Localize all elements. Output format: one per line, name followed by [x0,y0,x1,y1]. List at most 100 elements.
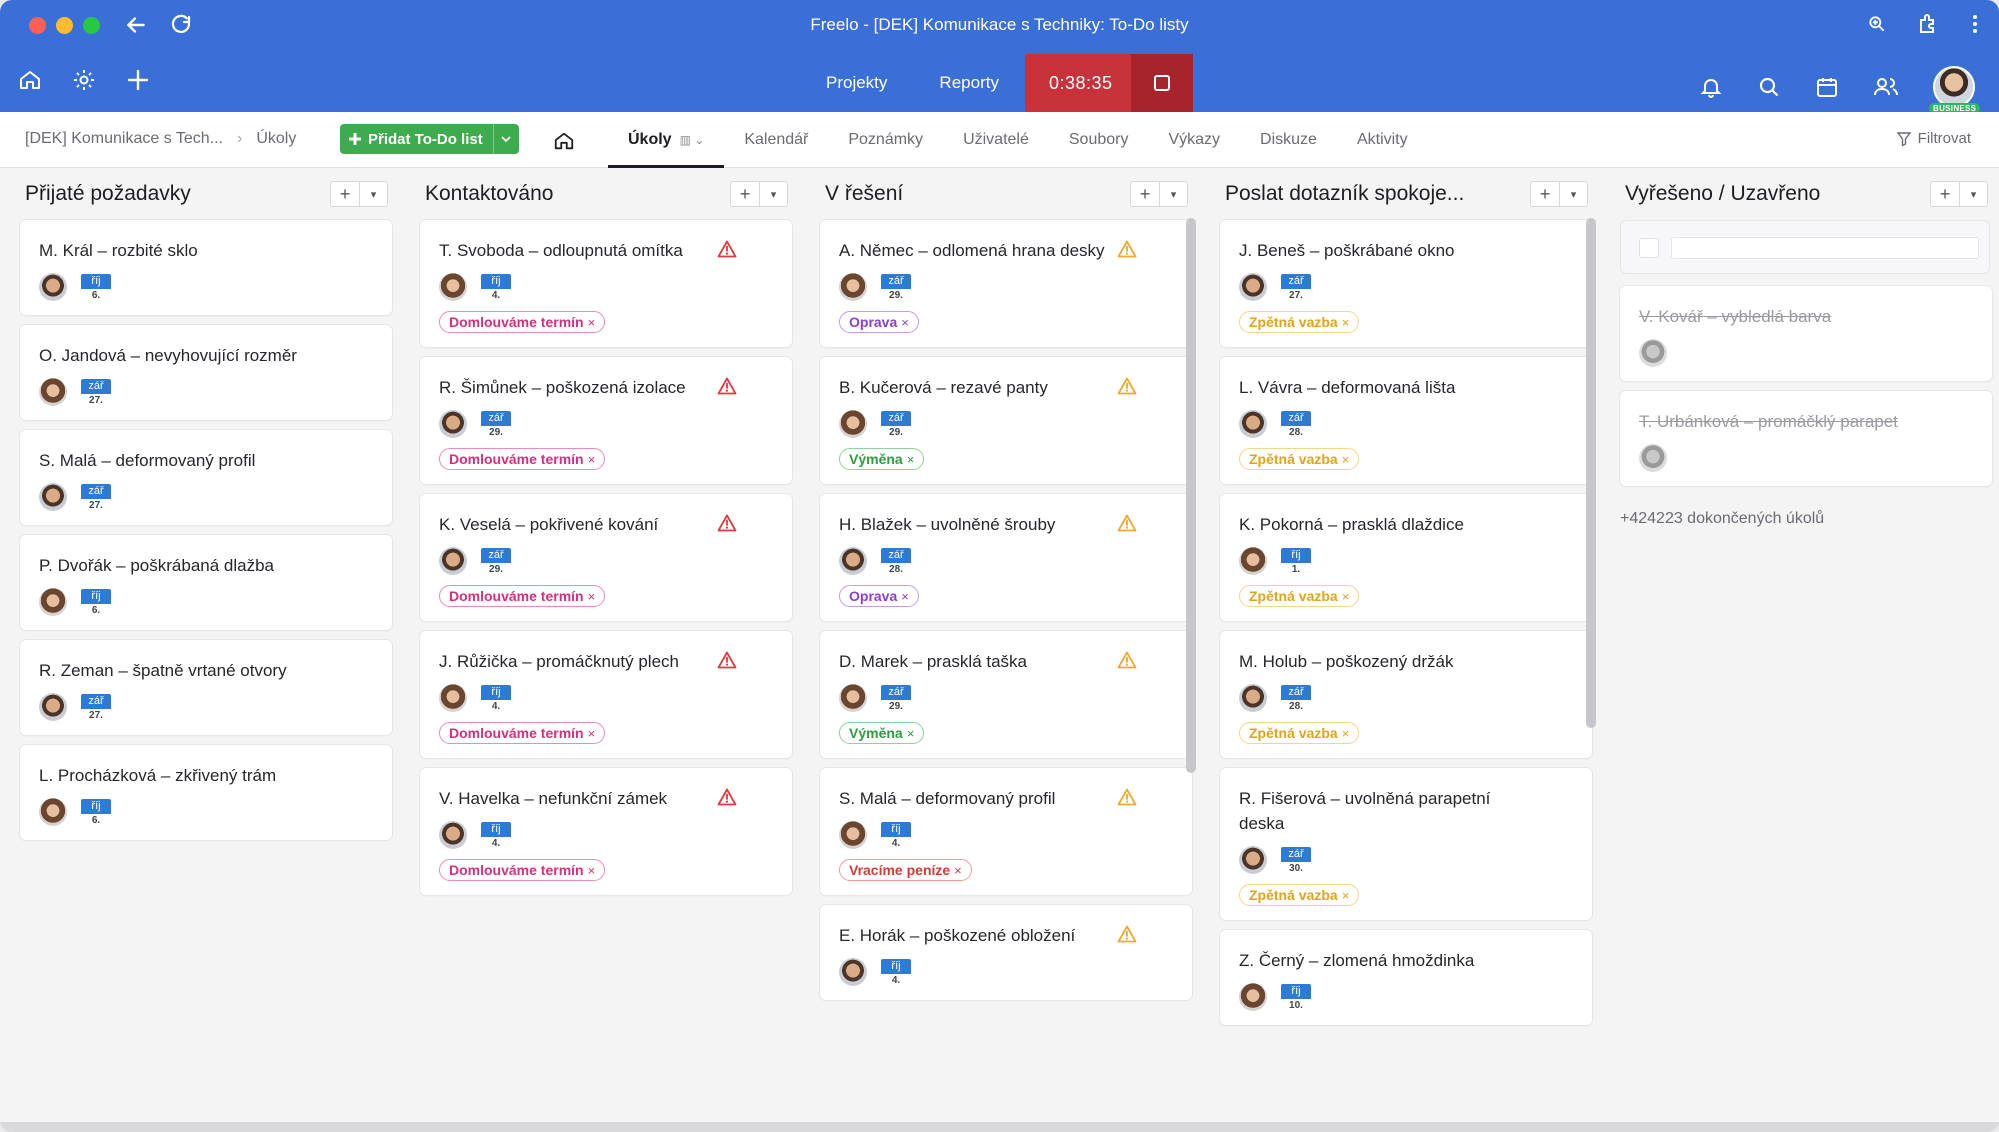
remove-tag-icon[interactable]: × [1342,315,1350,330]
add-task-button[interactable]: + [1931,182,1959,206]
task-card[interactable]: P. Dvořák – poškrábaná dlažba říj 6. [20,535,392,630]
assignee-avatar[interactable] [39,483,67,511]
task-card[interactable]: E. Horák – poškozené obložení říj 4. [820,905,1192,1000]
task-label-tag[interactable]: Vracíme peníze × [839,859,972,881]
assignee-avatar[interactable] [1639,444,1667,472]
task-card[interactable]: M. Král – rozbité sklo říj 6. [20,220,392,315]
task-title[interactable]: T. Urbánková – promáčklý parapet [1639,409,1973,434]
add-task-button[interactable]: + [731,182,759,206]
due-date-badge[interactable]: zář 29. [881,410,911,438]
nav-reports[interactable]: Reporty [913,54,1025,112]
due-date-badge[interactable]: zář 28. [1281,410,1311,438]
stop-timer-button[interactable] [1130,54,1193,112]
due-date-badge[interactable]: zář 27. [81,483,111,511]
remove-tag-icon[interactable]: × [588,452,596,467]
remove-tag-icon[interactable]: × [907,726,915,741]
completed-tasks-link[interactable]: +424223 dokončených úkolů [1620,510,1994,528]
column-menu-chevron-icon[interactable]: ▾ [759,182,787,206]
assignee-avatar[interactable] [439,821,467,849]
column-title[interactable]: V řešení [825,182,903,206]
due-date-badge[interactable]: říj 4. [481,273,511,301]
tab-vykazy[interactable]: Výkazy [1148,112,1240,168]
task-label-tag[interactable]: Domlouváme termín × [439,859,606,881]
task-card[interactable]: V. Kovář – vybledlá barva [1620,286,1992,381]
assignee-avatar[interactable] [439,273,467,301]
task-card[interactable]: V. Havelka – nefunkční zámek říj 4. Doml… [420,768,792,895]
task-title[interactable]: L. Vávra – deformovaná lišta [1239,375,1573,400]
task-card[interactable]: K. Pokorná – prasklá dlaždice říj 1. Zpě… [1220,494,1592,621]
task-card[interactable]: R. Zeman – špatně vrtané otvory zář 27. [20,640,392,735]
assignee-avatar[interactable] [1239,547,1267,575]
remove-tag-icon[interactable]: × [588,589,596,604]
tab-aktivity[interactable]: Aktivity [1337,112,1428,168]
due-date-badge[interactable]: zář 27. [81,378,111,406]
task-title[interactable]: L. Procházková – zkřivený trám [39,763,373,788]
due-date-badge[interactable]: zář 29. [481,547,511,575]
remove-tag-icon[interactable]: × [588,726,596,741]
assignee-avatar[interactable] [1239,846,1267,874]
assignee-avatar[interactable] [39,798,67,826]
remove-tag-icon[interactable]: × [901,315,909,330]
task-card[interactable]: L. Procházková – zkřivený trám říj 6. [20,745,392,840]
task-title[interactable]: R. Zeman – špatně vrtané otvory [39,658,373,683]
users-icon[interactable] [1873,75,1899,99]
task-title[interactable]: S. Malá – deformovaný profil [39,448,373,473]
task-name-field[interactable] [1671,237,1979,259]
breadcrumb-section[interactable]: Úkoly [256,130,296,148]
new-task-input[interactable] [1620,220,1990,274]
task-title[interactable]: K. Pokorná – prasklá dlaždice [1239,512,1573,537]
assignee-avatar[interactable] [439,684,467,712]
task-label-tag[interactable]: Výměna × [839,722,925,744]
add-todo-list-button[interactable]: Přidat To-Do list [340,124,519,154]
assignee-avatar[interactable] [839,547,867,575]
search-icon[interactable] [1757,75,1781,99]
due-date-badge[interactable]: zář 27. [81,693,111,721]
task-title[interactable]: O. Jandová – nevyhovující rozměr [39,343,373,368]
task-label-tag[interactable]: Zpětná vazba × [1239,722,1360,744]
due-date-badge[interactable]: říj 4. [881,958,911,986]
assignee-avatar[interactable] [839,273,867,301]
task-label-tag[interactable]: Domlouváme termín × [439,722,606,744]
due-date-badge[interactable]: zář 29. [881,684,911,712]
more-menu-icon[interactable] [1971,12,1979,36]
tab-ukoly[interactable]: Úkoly ▥ ⌄ [608,112,725,168]
assignee-avatar[interactable] [839,821,867,849]
add-task-button[interactable]: + [331,182,359,206]
task-label-tag[interactable]: Zpětná vazba × [1239,585,1360,607]
tab-uzivatele[interactable]: Uživatelé [943,112,1049,168]
home-icon[interactable] [18,68,42,92]
task-card[interactable]: H. Blažek – uvolněné šrouby zář 28. Opra… [820,494,1192,621]
remove-tag-icon[interactable]: × [1342,452,1350,467]
remove-tag-icon[interactable]: × [907,452,915,467]
task-card[interactable]: T. Urbánková – promáčklý parapet [1620,391,1992,486]
due-date-badge[interactable]: zář 27. [1281,273,1311,301]
assignee-avatar[interactable] [439,547,467,575]
tab-poznamky[interactable]: Poznámky [828,112,943,168]
column-menu-chevron-icon[interactable]: ▾ [1159,182,1187,206]
column-scrollbar[interactable] [1186,218,1196,773]
task-label-tag[interactable]: Domlouváme termín × [439,448,606,470]
board-view-icon[interactable]: ▥ ⌄ [680,133,705,147]
breadcrumb-project[interactable]: [DEK] Komunikace s Tech... [25,130,223,148]
due-date-badge[interactable]: říj 4. [481,684,511,712]
task-title[interactable]: V. Kovář – vybledlá barva [1639,304,1973,329]
column-title[interactable]: Poslat dotazník spokoje... [1225,182,1464,206]
extensions-icon[interactable] [1917,12,1941,36]
column-title[interactable]: Vyřešeno / Uzavřeno [1625,182,1820,206]
task-title[interactable]: J. Beneš – poškrábané okno [1239,238,1573,263]
remove-tag-icon[interactable]: × [901,589,909,604]
task-card[interactable]: B. Kučerová – rezavé panty zář 29. Výměn… [820,357,1192,484]
task-title[interactable]: M. Holub – poškozený držák [1239,649,1573,674]
assignee-avatar[interactable] [1239,983,1267,1011]
due-date-badge[interactable]: říj 6. [81,798,111,826]
column-menu-chevron-icon[interactable]: ▾ [1959,182,1987,206]
tab-diskuze[interactable]: Diskuze [1240,112,1337,168]
column-scrollbar[interactable] [1586,218,1596,728]
assignee-avatar[interactable] [39,378,67,406]
filter-button[interactable]: Filtrovat [1896,130,1971,147]
assignee-avatar[interactable] [1239,410,1267,438]
task-card[interactable]: Z. Černý – zlomená hmoždinka říj 10. [1220,930,1592,1025]
task-label-tag[interactable]: Zpětná vazba × [1239,448,1360,470]
remove-tag-icon[interactable]: × [954,863,962,878]
task-card[interactable]: M. Holub – poškozený držák zář 28. Zpětn… [1220,631,1592,758]
